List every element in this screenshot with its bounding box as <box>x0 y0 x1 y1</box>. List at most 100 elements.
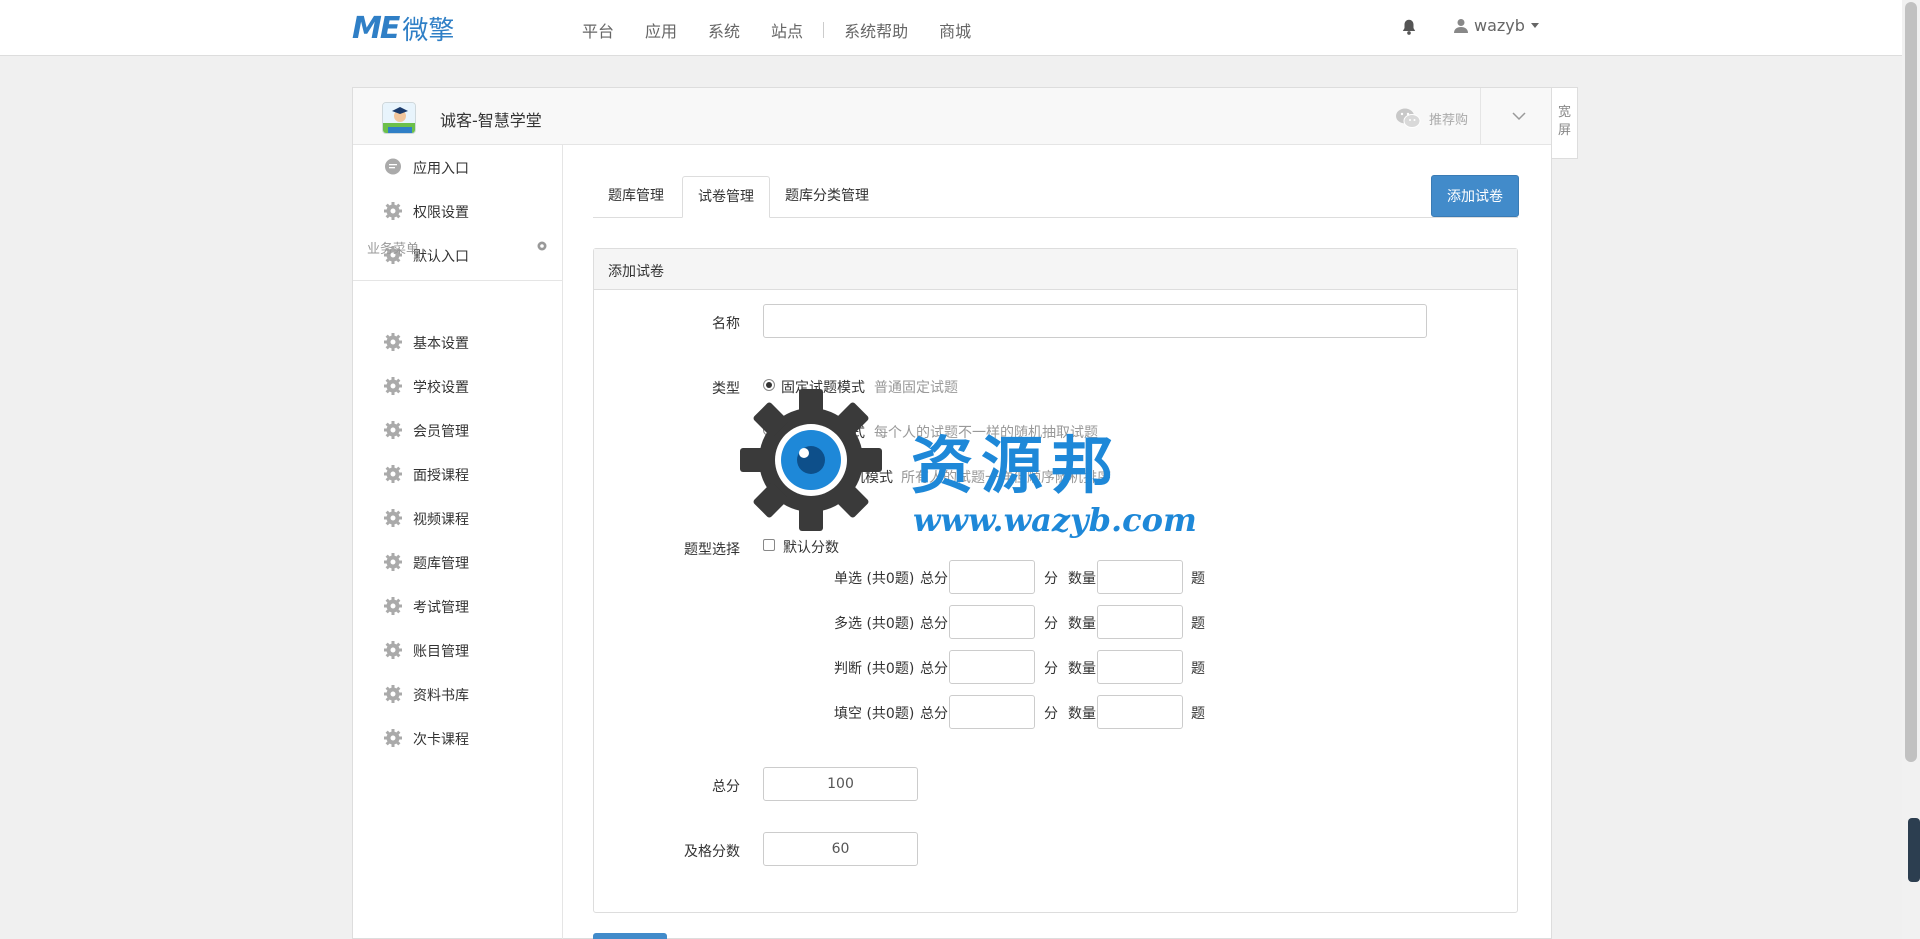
gear-icon[interactable] <box>536 240 548 252</box>
qtype-count-label: 数量 <box>1068 616 1096 632</box>
recommend-link[interactable]: 推荐购 <box>1395 107 1468 129</box>
sidebar-item-business-2[interactable]: 会员管理 <box>353 408 562 452</box>
gear-icon <box>384 421 402 439</box>
qtype-total-input[interactable] <box>949 605 1035 639</box>
wide-screen-button[interactable]: 宽屏 <box>1552 87 1578 159</box>
sidebar-item-label: 应用入口 <box>413 161 469 177</box>
qtype-name: 单选 (共0题) <box>834 571 915 587</box>
sidebar-item-label: 考试管理 <box>413 600 469 616</box>
sidebar-item-business-0[interactable]: 基本设置 <box>353 320 562 364</box>
qtype-total-input[interactable] <box>949 695 1035 729</box>
recommend-label: 推荐购 <box>1429 112 1469 128</box>
type-random-radio[interactable] <box>763 424 775 436</box>
qtype-count-input[interactable] <box>1097 695 1183 729</box>
type-fixed-radio[interactable] <box>763 379 775 391</box>
tab-question-bank[interactable]: 题库管理 <box>593 176 679 218</box>
top-navbar: ME 微擎 平台 应用 系统 站点 系统帮助 商城 wazyb <box>0 0 1902 56</box>
tab-category-manage[interactable]: 题库分类管理 <box>770 176 884 218</box>
sidebar-item-business-5[interactable]: 题库管理 <box>353 540 562 584</box>
nav-system[interactable]: 系统 <box>708 18 740 42</box>
scrollbar-thumb[interactable] <box>1905 2 1917 762</box>
qtype-name: 判断 (共0题) <box>834 661 915 677</box>
gear-icon <box>384 729 402 747</box>
nav-platform[interactable]: 平台 <box>582 18 614 42</box>
sidebar-item-business-9[interactable]: 次卡课程 <box>353 716 562 760</box>
type-label: 类型 <box>712 381 740 397</box>
user-menu[interactable]: wazyb <box>1454 16 1539 35</box>
qtype-total-label: 总分 <box>920 661 948 677</box>
pass-score-input[interactable]: 60 <box>763 832 918 866</box>
type-shuffle-radio[interactable] <box>763 469 775 481</box>
sidebar-item-business-4[interactable]: 视频课程 <box>353 496 562 540</box>
app-header: 诚客-智慧学堂 推荐购 <box>353 88 1551 145</box>
sidebar-item-business-7[interactable]: 账目管理 <box>353 628 562 672</box>
username: wazyb <box>1474 16 1525 35</box>
qtype-unit: 分 <box>1044 706 1058 722</box>
type-random-label: 随机试题模式 <box>781 425 865 441</box>
sidebar-item-permissions[interactable]: 权限设置 <box>353 189 562 233</box>
qtype-count-input[interactable] <box>1097 650 1183 684</box>
sidebar-item-label: 默认入口 <box>413 249 469 265</box>
wide-screen-label: 宽屏 <box>1557 105 1571 138</box>
sidebar-item-business-1[interactable]: 学校设置 <box>353 364 562 408</box>
gear-icon <box>384 377 402 395</box>
default-score-checkbox[interactable] <box>763 539 775 551</box>
qtype-count-unit: 题 <box>1191 661 1205 677</box>
gear-icon <box>384 509 402 527</box>
sidebar-item-label: 会员管理 <box>413 424 469 440</box>
tab-label: 题库管理 <box>608 188 664 204</box>
add-paper-button[interactable]: 添加试卷 <box>1431 175 1519 217</box>
gear-icon <box>384 597 402 615</box>
qtype-count-label: 数量 <box>1068 706 1096 722</box>
add-paper-form: 添加试卷 名称 类型 固定试题模式 普通固定试题 随机试题模式 每个人的试题不一… <box>593 248 1518 913</box>
nav-help[interactable]: 系统帮助 <box>844 18 908 42</box>
qtype-name: 填空 (共0题) <box>834 706 915 722</box>
qtype-total-label: 总分 <box>920 571 948 587</box>
type-shuffle-desc: 所有人的试题一样但顺序随机排序 <box>901 470 1111 486</box>
sidebar-item-label: 题库管理 <box>413 556 469 572</box>
gear-icon <box>384 685 402 703</box>
bell-icon[interactable] <box>1400 18 1418 36</box>
name-label: 名称 <box>712 316 740 332</box>
qtype-count-label: 数量 <box>1068 571 1096 587</box>
type-fixed-label: 固定试题模式 <box>781 380 865 396</box>
app-title: 诚客-智慧学堂 <box>440 111 542 130</box>
sidebar-item-business-3[interactable]: 面授课程 <box>353 452 562 496</box>
qtype-total-label: 总分 <box>920 706 948 722</box>
nav-divider <box>823 22 825 38</box>
app-logo <box>382 102 416 134</box>
tab-label: 试卷管理 <box>698 189 754 205</box>
gear-icon <box>384 553 402 571</box>
sidebar-item-app-entry[interactable]: 应用入口 <box>353 145 562 189</box>
qtype-unit: 分 <box>1044 661 1058 677</box>
qtype-total-label: 总分 <box>920 616 948 632</box>
qtype-total-input[interactable] <box>949 560 1035 594</box>
nav-store[interactable]: 商城 <box>939 18 971 42</box>
qtype-total-input[interactable] <box>949 650 1035 684</box>
qtype-count-input[interactable] <box>1097 560 1183 594</box>
chevron-down-icon[interactable] <box>1512 109 1526 123</box>
gear-icon <box>384 465 402 483</box>
sidebar-item-business-8[interactable]: 资料书库 <box>353 672 562 716</box>
name-input[interactable] <box>763 304 1427 338</box>
main-nav: 平台 应用 系统 站点 系统帮助 商城 <box>582 18 1002 42</box>
tab-exam-papers[interactable]: 试卷管理 <box>682 176 770 218</box>
nav-site[interactable]: 站点 <box>771 18 803 42</box>
qtype-count-unit: 题 <box>1191 571 1205 587</box>
sidebar-item-label: 基本设置 <box>413 336 469 352</box>
logo-cn: 微擎 <box>402 15 455 46</box>
logo[interactable]: ME 微擎 <box>352 11 455 46</box>
nav-apps[interactable]: 应用 <box>645 18 677 42</box>
tab-bar: 题库管理 试卷管理 题库分类管理 <box>593 176 1518 218</box>
header-divider <box>1480 88 1481 145</box>
gear-icon <box>384 202 402 220</box>
total-score-input[interactable]: 100 <box>763 767 918 801</box>
sidebar-item-business-6[interactable]: 考试管理 <box>353 584 562 628</box>
floating-widget[interactable] <box>1908 818 1920 882</box>
sidebar-item-label: 面授课程 <box>413 468 469 484</box>
qtype-count-input[interactable] <box>1097 605 1183 639</box>
sidebar-item-label: 次卡课程 <box>413 732 469 748</box>
submit-button[interactable] <box>593 933 667 939</box>
qtype-name: 多选 (共0题) <box>834 616 915 632</box>
type-shuffle-label: 试题顺序随机模式 <box>781 470 893 486</box>
